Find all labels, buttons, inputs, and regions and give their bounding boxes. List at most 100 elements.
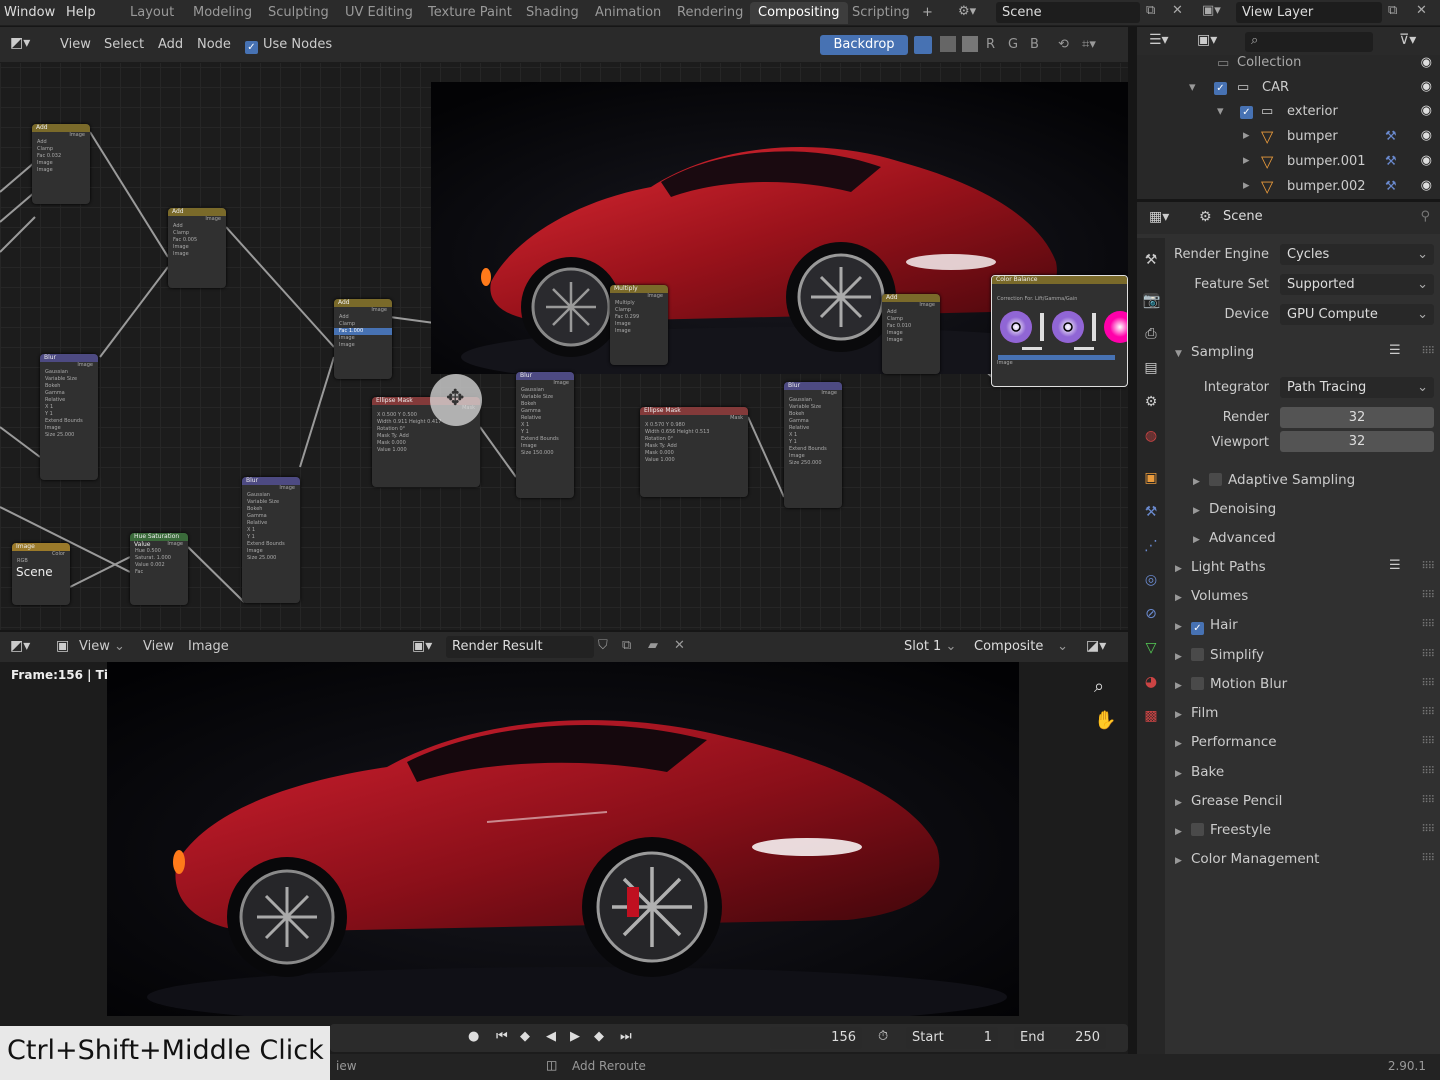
- eye-icon[interactable]: ◉: [1421, 55, 1432, 70]
- node-row[interactable]: Bokeh: [242, 506, 300, 513]
- drag-handle-icon[interactable]: ⠿⠿: [1421, 824, 1435, 835]
- expand-arrow-icon[interactable]: ▸: [1243, 153, 1250, 168]
- slot-selector[interactable]: Slot 1 ⌄: [898, 636, 964, 658]
- tab-layout[interactable]: Layout: [122, 2, 182, 24]
- filter-icon[interactable]: ⊽▾: [1399, 32, 1416, 48]
- node-blur-4[interactable]: Blur Image Gaussian Variable Size Bokeh Gamma…: [784, 382, 842, 508]
- outliner-row[interactable]: ▸ ▽ bumper.002 ⚒ ◉: [1137, 176, 1440, 199]
- modifier-wrench-icon[interactable]: ⚒: [1385, 179, 1397, 194]
- node-row[interactable]: Bokeh: [516, 401, 574, 408]
- performance-panel[interactable]: ▶ Performance: [1175, 734, 1277, 750]
- pan-hand-icon[interactable]: ✋: [1094, 710, 1116, 731]
- feature-set-dropdown[interactable]: Supported ⌄: [1280, 274, 1434, 295]
- node-row[interactable]: X 0.570 Y 0.980: [640, 422, 748, 429]
- constraints-tab-icon[interactable]: ⊘: [1143, 606, 1159, 622]
- node-row[interactable]: Correction For. Lift/Gamma/Gain: [992, 296, 1127, 303]
- eye-icon[interactable]: ◉: [1421, 128, 1432, 143]
- color-wheels[interactable]: [992, 305, 1128, 355]
- node-row[interactable]: Size 250.000: [784, 460, 842, 467]
- expand-arrow-icon[interactable]: ▾: [1189, 80, 1196, 95]
- grease-pencil-panel[interactable]: ▶ Grease Pencil: [1175, 793, 1282, 809]
- drag-handle-icon[interactable]: ⠿⠿: [1421, 649, 1435, 660]
- node-row[interactable]: Size 25.000: [40, 432, 98, 439]
- modifier-wrench-icon[interactable]: ⚒: [1385, 154, 1397, 169]
- node-blur-2[interactable]: Blur Image Gaussian Variable Size Bokeh Gamma…: [242, 477, 300, 603]
- node-row[interactable]: Relative: [242, 520, 300, 527]
- light-paths-panel[interactable]: ▶ Light Paths: [1175, 559, 1266, 575]
- eye-icon[interactable]: ◉: [1421, 79, 1432, 94]
- tab-rendering[interactable]: Rendering: [669, 2, 751, 24]
- outliner-row[interactable]: ▭ Collection ◉: [1137, 53, 1440, 77]
- node-blur-1[interactable]: Blur Image Gaussian Variable Size Bokeh Gamma…: [40, 354, 98, 480]
- image-editor[interactable]: ◩▾ ▣ View ⌄ View Image ▣▾ Render Result …: [0, 632, 1128, 1080]
- texture-tab-icon[interactable]: ▩: [1143, 708, 1159, 724]
- view-layer-tab-icon[interactable]: ▤: [1143, 360, 1159, 376]
- delete-view-layer-icon[interactable]: ✕: [1416, 3, 1427, 18]
- editor-type-icon[interactable]: ◩▾: [10, 638, 30, 654]
- physics-tab-icon[interactable]: ◎: [1143, 572, 1159, 588]
- node-row[interactable]: Gamma: [242, 513, 300, 520]
- image-name-field[interactable]: Render Result: [446, 636, 594, 658]
- expand-arrow-icon[interactable]: ▾: [1217, 104, 1224, 119]
- drag-handle-icon[interactable]: ⠿⠿: [1421, 561, 1435, 572]
- view-layer-selector[interactable]: View Layer: [1236, 2, 1382, 23]
- node-row[interactable]: Value 1.000: [640, 457, 748, 464]
- menu-view-mode[interactable]: View: [79, 639, 110, 654]
- integrator-dropdown[interactable]: Path Tracing ⌄: [1280, 377, 1434, 398]
- node-row[interactable]: Gamma: [784, 418, 842, 425]
- modifier-wrench-icon[interactable]: ⚒: [1385, 129, 1397, 144]
- object-tab-icon[interactable]: ▣: [1143, 470, 1159, 486]
- node-row[interactable]: Size 25.000: [242, 555, 300, 562]
- node-row[interactable]: Fac 1.000: [334, 328, 392, 335]
- node-row[interactable]: Clamp: [882, 316, 940, 323]
- node-row[interactable]: Mask 0.000: [372, 440, 480, 447]
- node-row[interactable]: Relative: [784, 425, 842, 432]
- node-add-2[interactable]: Add Image Add Clamp Fac 0.005 Image Image: [168, 208, 226, 288]
- node-row[interactable]: Mask 0.000: [640, 450, 748, 457]
- drag-handle-icon[interactable]: ⠿⠿: [1421, 707, 1435, 718]
- new-view-layer-icon[interactable]: ⧉: [1388, 3, 1397, 18]
- tab-shading[interactable]: Shading: [518, 2, 587, 24]
- play-reverse-icon[interactable]: ◀: [546, 1029, 556, 1044]
- drag-handle-icon[interactable]: ⠿⠿: [1421, 346, 1435, 357]
- node-row[interactable]: Hue 0.500: [130, 548, 188, 555]
- node-row[interactable]: Variable Size: [784, 404, 842, 411]
- node-row[interactable]: X 1: [242, 527, 300, 534]
- node-row[interactable]: Y 1: [242, 534, 300, 541]
- new-image-icon[interactable]: ⧉: [622, 638, 631, 653]
- jump-start-icon[interactable]: ⏮: [496, 1029, 508, 1044]
- fake-user-icon[interactable]: ⛉: [598, 638, 608, 653]
- drag-handle-icon[interactable]: ⠿⠿: [1421, 795, 1435, 806]
- node-hue-saturation[interactable]: Hue Saturation Value Image Hue 0.500 Satura…: [130, 533, 188, 605]
- node-row[interactable]: Relative: [516, 415, 574, 422]
- node-row[interactable]: Fac 0.032: [32, 153, 90, 160]
- jump-end-icon[interactable]: ⏭: [620, 1029, 632, 1044]
- node-row[interactable]: Variable Size: [40, 376, 98, 383]
- render-tab-icon[interactable]: 📷: [1143, 293, 1160, 309]
- adaptive-sampling-subpanel[interactable]: ▶ Adaptive Sampling: [1193, 472, 1355, 488]
- node-row[interactable]: Variable Size: [242, 499, 300, 506]
- pin-icon[interactable]: ⚲: [1420, 209, 1430, 224]
- eye-icon[interactable]: ◉: [1421, 103, 1432, 118]
- node-row[interactable]: Gamma: [516, 408, 574, 415]
- editor-type-icon[interactable]: ☰▾: [1149, 32, 1169, 48]
- node-render-layers[interactable]: Image Color RGB Scene: [12, 543, 70, 605]
- node-row[interactable]: Relative: [40, 397, 98, 404]
- tab-animation[interactable]: Animation: [587, 2, 669, 24]
- checkbox-icon[interactable]: [1191, 648, 1204, 661]
- render-engine-dropdown[interactable]: Cycles ⌄: [1280, 244, 1434, 265]
- presets-icon[interactable]: ☰: [1389, 343, 1401, 358]
- node-add-1[interactable]: Add Image Add Clamp Fac 0.032 Image Image: [32, 124, 90, 204]
- node-add-3[interactable]: Add Image Add Clamp Fac 1.000 Image Image: [334, 299, 392, 379]
- modifier-tab-icon[interactable]: ⚒: [1143, 504, 1159, 520]
- hair-panel[interactable]: ▶ ✓ Hair: [1175, 617, 1238, 635]
- tab-scripting[interactable]: Scripting: [844, 2, 918, 24]
- outliner-row[interactable]: ▸ ▽ bumper.001 ⚒ ◉: [1137, 151, 1440, 175]
- menu-view[interactable]: View: [143, 639, 174, 654]
- expand-arrow-icon[interactable]: ▸: [1243, 178, 1250, 193]
- outliner[interactable]: ☰▾ ▣▾ ⌕ ⊽▾ ▭ Collection ◉ ▾ ✓ ▭ CAR ◉ ▾ ✓ ▭ exter…: [1137, 27, 1440, 199]
- stopwatch-icon[interactable]: ⏱: [878, 1029, 888, 1044]
- sampling-panel-header[interactable]: ▼ Sampling: [1175, 344, 1254, 360]
- node-row[interactable]: Gamma: [40, 390, 98, 397]
- node-row[interactable]: X 1: [516, 422, 574, 429]
